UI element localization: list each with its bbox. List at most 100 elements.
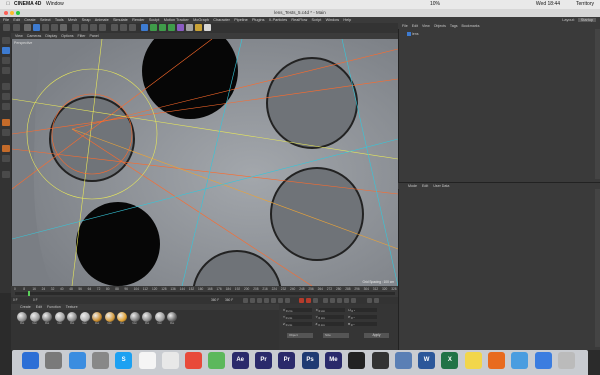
timeline-menu-icon[interactable] bbox=[367, 298, 372, 303]
menu-simulate[interactable]: Simulate bbox=[113, 18, 128, 22]
obj-menu-bookmarks[interactable]: Bookmarks bbox=[462, 24, 480, 28]
timeline[interactable]: 0 8 16 24 32 40 48 56 64 72 80 88 96 104 112 120 128 136 1… bbox=[11, 286, 398, 297]
deformer-icon[interactable] bbox=[177, 24, 184, 31]
menu-file[interactable]: File bbox=[3, 18, 9, 22]
point-level-key-icon[interactable] bbox=[351, 298, 356, 303]
timeline-playhead[interactable] bbox=[28, 291, 30, 296]
points-mode-icon[interactable] bbox=[1, 83, 10, 90]
pos-x-field[interactable]: 0 cm bbox=[285, 308, 312, 313]
previous-frame-icon[interactable] bbox=[257, 298, 262, 303]
live-select-icon[interactable] bbox=[24, 24, 31, 31]
x-axis-icon[interactable] bbox=[72, 24, 79, 31]
polygons-mode-icon[interactable] bbox=[1, 103, 10, 110]
dock-icon-media-encoder[interactable]: Me bbox=[324, 352, 342, 369]
dock-icon-notes[interactable] bbox=[464, 352, 482, 369]
menu-motion-tracker[interactable]: Motion Tracker bbox=[164, 18, 189, 22]
viewport-menu-display[interactable]: Display bbox=[45, 34, 57, 38]
material-menu-create[interactable]: Create bbox=[20, 305, 31, 309]
material-swatch[interactable]: Mat bbox=[154, 312, 165, 325]
size-x-field[interactable]: 0 cm bbox=[318, 308, 345, 313]
material-swatch[interactable]: Mat bbox=[29, 312, 40, 325]
tweak-mode-icon[interactable] bbox=[1, 129, 10, 136]
current-frame-field[interactable]: 0 F bbox=[33, 298, 38, 302]
snapping-icon[interactable] bbox=[1, 145, 10, 152]
go-to-start-icon[interactable] bbox=[243, 298, 248, 303]
dock-icon-photos[interactable] bbox=[161, 352, 179, 369]
dock-icon-cinema-4d[interactable] bbox=[348, 352, 366, 369]
dock-icon-maps[interactable] bbox=[208, 352, 226, 369]
start-frame-field[interactable]: 0 F bbox=[13, 298, 18, 302]
dock-icon-skype[interactable]: S bbox=[115, 352, 133, 369]
dock-icon-excel[interactable]: X bbox=[441, 352, 459, 369]
obj-menu-file[interactable]: File bbox=[402, 24, 408, 28]
menu-help[interactable]: Help bbox=[343, 18, 351, 22]
size-y-field[interactable]: 0 cm bbox=[318, 315, 345, 320]
move-icon[interactable] bbox=[33, 24, 40, 31]
attr-side-tabs[interactable] bbox=[595, 189, 600, 347]
dock-icon-calendar[interactable] bbox=[138, 352, 156, 369]
apply-button[interactable]: Apply bbox=[364, 333, 389, 338]
cube-icon[interactable] bbox=[141, 24, 148, 31]
material-swatch[interactable]: Mat bbox=[54, 312, 65, 325]
dock-icon-safari[interactable] bbox=[68, 352, 86, 369]
side-tabs[interactable] bbox=[595, 29, 600, 179]
close-window-button[interactable] bbox=[4, 11, 8, 15]
preview-end-field[interactable]: 360 F bbox=[225, 298, 233, 302]
attr-menu-edit[interactable]: Edit bbox=[422, 184, 428, 188]
dock-icon-premiere[interactable]: Pr bbox=[255, 352, 272, 369]
light-icon[interactable] bbox=[204, 24, 211, 31]
edges-mode-icon[interactable] bbox=[1, 93, 10, 100]
obj-menu-objects[interactable]: Objects bbox=[434, 24, 446, 28]
render-view-icon[interactable] bbox=[111, 24, 118, 31]
model-mode-icon[interactable] bbox=[1, 47, 10, 54]
dock-icon-finder[interactable] bbox=[22, 352, 39, 369]
viewport-menu-cameras[interactable]: Cameras bbox=[27, 34, 42, 38]
autokey-icon[interactable] bbox=[306, 298, 311, 303]
viewport-menu-panel[interactable]: Panel bbox=[90, 34, 99, 38]
rot-b-field[interactable]: 0 ° bbox=[350, 322, 377, 327]
dock-icon-after-effects[interactable]: Ae bbox=[231, 352, 249, 369]
viewport-menu-options[interactable]: Options bbox=[61, 34, 73, 38]
menu-mograph[interactable]: MoGraph bbox=[193, 18, 209, 22]
obj-menu-edit[interactable]: Edit bbox=[412, 24, 418, 28]
redo-icon[interactable] bbox=[13, 24, 20, 31]
menu-tools[interactable]: Tools bbox=[55, 18, 64, 22]
menu-animate[interactable]: Animate bbox=[95, 18, 109, 22]
coord-size-dropdown[interactable]: Size bbox=[323, 333, 349, 338]
attr-menu-mode[interactable]: Mode bbox=[408, 184, 417, 188]
dock-icon-firefox[interactable] bbox=[488, 352, 505, 369]
nurbs-icon[interactable] bbox=[159, 24, 166, 31]
timeline-track[interactable] bbox=[15, 292, 395, 295]
material-menu-edit[interactable]: Edit bbox=[36, 305, 42, 309]
pos-y-field[interactable]: 0 cm bbox=[285, 315, 312, 320]
recent-tool-icon[interactable] bbox=[60, 24, 67, 31]
dock-icon-applications[interactable] bbox=[534, 352, 552, 369]
coordinate-system-icon[interactable] bbox=[99, 24, 106, 31]
menu-character[interactable]: Character bbox=[213, 18, 230, 22]
dock-icon-launchpad[interactable] bbox=[45, 352, 63, 369]
dock-icon-trash[interactable] bbox=[557, 352, 575, 369]
material-swatch[interactable]: Mat bbox=[17, 312, 27, 325]
material-swatch[interactable]: Mat bbox=[67, 312, 77, 325]
undo-icon[interactable] bbox=[3, 24, 10, 31]
dock-icon-downloads[interactable] bbox=[511, 352, 529, 369]
viewport-menu-filter[interactable]: Filter bbox=[78, 34, 86, 38]
texture-mode-icon[interactable] bbox=[1, 57, 10, 64]
clock[interactable]: Wed 18:44 bbox=[536, 0, 560, 9]
make-editable-icon[interactable] bbox=[1, 37, 10, 44]
material-swatch[interactable]: Mat bbox=[104, 312, 115, 325]
scene-icon[interactable] bbox=[186, 24, 193, 31]
scale-key-icon[interactable] bbox=[330, 298, 335, 303]
rot-p-field[interactable]: 0 ° bbox=[351, 315, 378, 320]
dock-icon-system-prefs[interactable] bbox=[91, 352, 109, 369]
object-name[interactable]: lens bbox=[412, 32, 419, 36]
menu-script[interactable]: Script bbox=[312, 18, 322, 22]
user-name[interactable]: Territory bbox=[576, 0, 594, 9]
keyframe-selection-icon[interactable] bbox=[313, 298, 318, 303]
z-axis-icon[interactable] bbox=[90, 24, 97, 31]
camera-icon[interactable] bbox=[195, 24, 202, 31]
window-menu[interactable]: Window bbox=[46, 0, 64, 9]
scale-icon[interactable] bbox=[42, 24, 49, 31]
dock-icon-word[interactable]: W bbox=[418, 352, 436, 369]
menu-snap[interactable]: Snap bbox=[82, 18, 91, 22]
